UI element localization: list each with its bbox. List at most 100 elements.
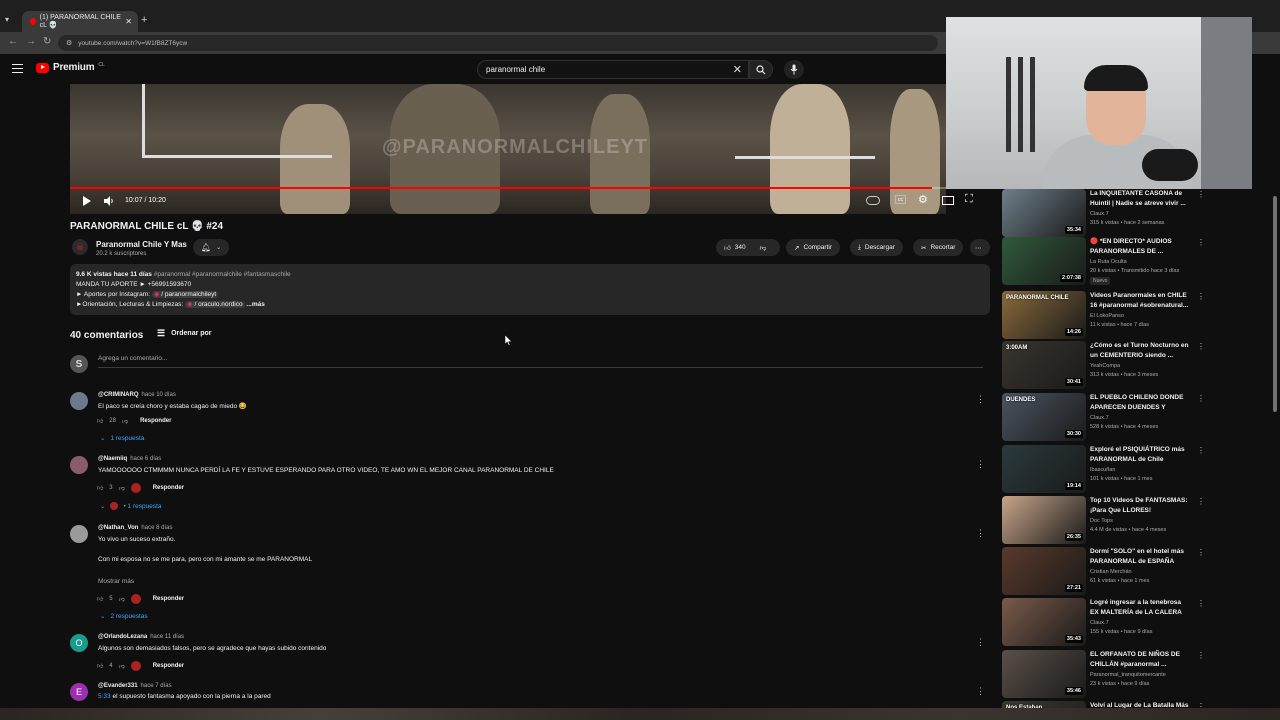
related-thumbnail[interactable]: Nos Estaban [1002, 701, 1086, 708]
reload-icon[interactable]: ↻ [43, 36, 51, 47]
commenter-avatar[interactable] [70, 525, 88, 543]
related-title[interactable]: Exploré el PSIQUIÁTRICO más PARANORMAL d… [1090, 445, 1190, 464]
more-vertical-icon[interactable]: ⋮ [1197, 497, 1202, 506]
page-scrollbar[interactable] [1273, 196, 1277, 412]
youtube-premium-logo[interactable]: Premium CL [36, 62, 105, 73]
related-title[interactable]: La INQUIETANTE CASONA de Huintil | Nadie… [1090, 189, 1190, 208]
related-thumbnail[interactable]: 35:43 [1002, 598, 1086, 646]
tab-list-chevron-icon[interactable]: ▾ [5, 15, 9, 24]
timestamp-link[interactable]: 5:33 [98, 693, 111, 700]
play-icon[interactable] [82, 196, 91, 206]
more-vertical-icon[interactable]: ⋮ [1197, 342, 1202, 351]
channel-avatar[interactable]: ☠ [72, 239, 88, 255]
commenter-avatar[interactable]: E [70, 683, 88, 701]
related-channel[interactable]: Doc Tops [1090, 518, 1113, 524]
related-channel[interactable]: Claux.7 [1090, 415, 1109, 421]
related-thumbnail[interactable]: 3:00AM 30:41 [1002, 341, 1086, 389]
thumbs-down-icon[interactable]: 👎︎ [119, 662, 125, 670]
subtitles-icon[interactable]: cc [895, 195, 906, 204]
more-vertical-icon[interactable]: ⋮ [1197, 394, 1202, 403]
related-thumbnail[interactable]: PARANORMAL CHILE 14:26 [1002, 291, 1086, 339]
view-replies-button[interactable]: ⌄ • 1 respuesta [100, 502, 162, 510]
notifications-button[interactable]: 🔔︎ ⌄ [193, 239, 229, 256]
comment-author[interactable]: @Naemiiq hace 6 días [98, 456, 161, 462]
related-thumbnail[interactable]: 27:21 [1002, 547, 1086, 595]
related-channel[interactable]: Ibascuñan [1090, 467, 1115, 473]
related-thumbnail[interactable]: 35:46 [1002, 650, 1086, 698]
settings-gear-icon[interactable]: ⚙ [918, 193, 928, 206]
forward-icon[interactable]: → [26, 36, 36, 47]
comment-more-icon[interactable]: ⋮ [976, 686, 985, 697]
related-video-item[interactable]: PARANORMAL CHILE 14:26 Videos Paranormales… [1002, 291, 1202, 339]
related-thumbnail[interactable]: 2:07:38 [1002, 237, 1086, 285]
commenter-avatar[interactable]: O [70, 634, 88, 652]
description-box[interactable]: 9.6 K vistas hace 11 días #paranormal #p… [70, 264, 990, 315]
sort-button[interactable]: ☰ Ordenar por [157, 328, 212, 339]
thumbs-up-icon[interactable]: 👍︎ [97, 484, 103, 492]
more-vertical-icon[interactable]: ⋮ [1197, 190, 1202, 199]
related-channel[interactable]: El LokoPanso [1090, 313, 1124, 319]
volume-icon[interactable] [104, 196, 114, 206]
related-title[interactable]: Volví al Lugar de La Batalla Más [1090, 701, 1190, 708]
related-video-item[interactable]: 2:07:38 🔴 *EN DIRECTO* AUDIOS PARANORMALE… [1002, 237, 1202, 285]
related-video-item[interactable]: 35:43 Logré ingresar a la tenebrosa EX MA… [1002, 598, 1202, 646]
related-title[interactable]: 🔴 *EN DIRECTO* AUDIOS PARANORMALES DE ..… [1090, 237, 1190, 256]
url-field[interactable]: ⚙ youtube.com/watch?v=W1fB8ZT6ycw [58, 35, 938, 51]
related-title[interactable]: EL PUEBLO CHILENO DONDE APARECEN DUENDES… [1090, 393, 1190, 413]
comment-author[interactable]: @Evander331 hace 7 días [98, 683, 172, 689]
dislike-button[interactable]: 👎︎ [760, 244, 767, 252]
related-channel[interactable]: La Ruta Oculta [1090, 259, 1127, 265]
related-title[interactable]: Logré ingresar a la tenebrosa EX MALTERÍ… [1090, 598, 1190, 617]
related-video-item[interactable]: 35:46 EL ORFANATO DE NIÑOS DE CHILLÁN #pa… [1002, 650, 1202, 698]
site-info-icon[interactable]: ⚙ [66, 39, 72, 47]
clip-button[interactable]: ✂ Recortar [913, 239, 964, 256]
hashtags[interactable]: #paranormal #paranormalchile #fantasmasc… [154, 271, 291, 278]
more-actions-button[interactable]: ⋯ [970, 239, 990, 256]
thumbs-down-icon[interactable]: 👎︎ [119, 484, 125, 492]
channel-name[interactable]: Paranormal Chile Y Mas [96, 240, 187, 249]
related-thumbnail[interactable]: DUENDES 30:30 [1002, 393, 1086, 441]
related-channel[interactable]: Claux.7 [1090, 620, 1109, 626]
related-thumbnail[interactable]: 35:34 [1002, 189, 1086, 237]
reply-button[interactable]: Responder [153, 663, 184, 669]
reply-button[interactable]: Responder [153, 485, 184, 491]
comment-author[interactable]: @Nathan_Von hace 8 días [98, 525, 172, 531]
related-channel[interactable]: YeahCompa [1090, 363, 1120, 369]
related-title[interactable]: Dormí "SOLO" en el hotel más PARANORMAL … [1090, 547, 1190, 566]
view-replies-button[interactable]: ⌄ 2 respuestas [100, 612, 148, 621]
share-button[interactable]: ↗ Compartir [786, 239, 840, 256]
thumbs-up-icon[interactable]: 👍︎ [97, 595, 103, 603]
more-vertical-icon[interactable]: ⋮ [1197, 292, 1202, 301]
clear-search-icon[interactable]: ✕ [733, 63, 742, 76]
back-icon[interactable]: ← [8, 36, 18, 47]
instagram-link[interactable]: ◉ / paranormalchileyt [151, 291, 219, 298]
related-title[interactable]: EL ORFANATO DE NIÑOS DE CHILLÁN #paranor… [1090, 650, 1190, 669]
related-thumbnail[interactable]: 26:35 [1002, 496, 1086, 544]
voice-search-button[interactable] [784, 60, 804, 79]
browser-tab[interactable]: (1) PARANORMAL CHILE cL 💀 ✕ [22, 11, 138, 32]
related-title[interactable]: Top 10 Videos De FANTASMAS: ¡Para Que LL… [1090, 496, 1190, 515]
search-button[interactable] [749, 60, 773, 79]
comment-more-icon[interactable]: ⋮ [976, 459, 985, 470]
related-video-item[interactable]: 27:21 Dormí "SOLO" en el hotel más PARANO… [1002, 547, 1202, 595]
more-vertical-icon[interactable]: ⋮ [1197, 238, 1202, 247]
show-more-link[interactable]: ...más [246, 301, 264, 308]
thumbs-up-icon[interactable]: 👍︎ [97, 417, 103, 425]
more-vertical-icon[interactable]: ⋮ [1197, 548, 1202, 557]
reply-button[interactable]: Responder [140, 418, 171, 424]
close-tab-icon[interactable]: ✕ [125, 17, 132, 26]
comment-author[interactable]: @OrlandoLezana hace 11 días [98, 634, 184, 640]
related-video-item[interactable]: DUENDES 30:30 EL PUEBLO CHILENO DONDE APAR… [1002, 393, 1202, 441]
related-video-item[interactable]: Nos Estaban Volví al Lugar de La Batalla … [1002, 701, 1202, 708]
like-button[interactable]: 👍︎ 340 [724, 244, 746, 252]
related-video-item[interactable]: 3:00AM 30:41 ¿Cómo es el Turno Nocturno en… [1002, 341, 1202, 389]
related-video-item[interactable]: 19:14 Exploré el PSIQUIÁTRICO más PARANOR… [1002, 445, 1202, 493]
related-video-item[interactable]: 26:35 Top 10 Videos De FANTASMAS: ¡Para Q… [1002, 496, 1202, 544]
commenter-avatar[interactable] [70, 456, 88, 474]
theater-mode-icon[interactable] [942, 196, 954, 205]
thumbs-down-icon[interactable]: 👎︎ [119, 595, 125, 603]
progress-bar[interactable] [70, 187, 946, 189]
more-vertical-icon[interactable]: ⋮ [1197, 651, 1202, 660]
new-tab-icon[interactable]: + [141, 14, 147, 26]
commenter-avatar[interactable] [70, 392, 88, 410]
